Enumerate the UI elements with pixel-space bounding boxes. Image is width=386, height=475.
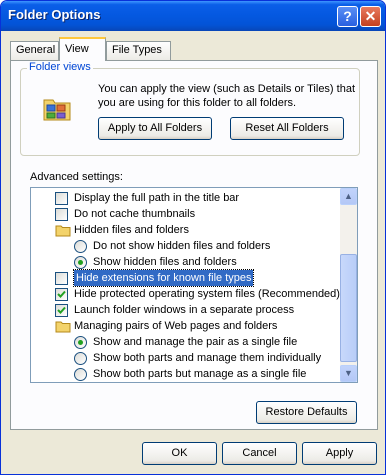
advanced-settings-row[interactable]: Show both parts but manage as a single f… — [31, 366, 341, 382]
folder-views-label: Folder views — [27, 61, 93, 73]
help-button[interactable]: ? — [337, 6, 358, 27]
folder-views-description: You can apply the view (such as Details … — [98, 83, 356, 109]
advanced-settings-row-label: Managing pairs of Web pages and folders — [74, 320, 278, 332]
checkbox-checked-icon[interactable] — [55, 304, 68, 317]
advanced-settings-row[interactable]: Do not cache thumbnails — [31, 206, 341, 222]
advanced-settings-row[interactable]: Do not show hidden files and folders — [31, 238, 341, 254]
advanced-settings-row-label: Show hidden files and folders — [93, 256, 237, 268]
scroll-up-arrow-icon[interactable]: ▲ — [340, 188, 357, 205]
apply-to-all-folders-button[interactable]: Apply to All Folders — [98, 117, 212, 140]
window-title: Folder Options — [8, 7, 101, 22]
advanced-settings-row[interactable]: Hide protected operating system files (R… — [31, 286, 341, 302]
radio-icon[interactable] — [74, 240, 87, 253]
advanced-settings-row-label: Show both parts and manage them individu… — [93, 352, 322, 364]
advanced-settings-scrollbar[interactable]: ▲ ▼ — [340, 188, 357, 382]
scrollbar-thumb[interactable] — [340, 254, 357, 362]
advanced-settings-row-label: Hidden files and folders — [74, 224, 189, 236]
reset-all-folders-button[interactable]: Reset All Folders — [230, 117, 344, 140]
cancel-button[interactable]: Cancel — [222, 442, 297, 465]
advanced-settings-row-label: Do not cache thumbnails — [74, 208, 196, 220]
advanced-settings-row-label: Show both parts but manage as a single f… — [93, 368, 307, 380]
advanced-settings-row[interactable]: Hidden files and folders — [31, 222, 341, 238]
scroll-down-arrow-icon[interactable]: ▼ — [340, 365, 357, 382]
advanced-settings-row-label: Display the full path in the title bar — [74, 192, 240, 204]
advanced-settings-row-label: Do not show hidden files and folders — [93, 240, 271, 252]
close-button[interactable]: ✕ — [360, 6, 381, 27]
radio-selected-icon[interactable] — [74, 336, 87, 349]
radio-selected-icon[interactable] — [74, 256, 87, 269]
advanced-settings-row-label: Hide extensions for known file types — [72, 269, 255, 287]
apply-button[interactable]: Apply — [302, 442, 377, 465]
advanced-settings-row[interactable]: Hide extensions for known file types — [31, 269, 341, 287]
advanced-settings-row-label: Hide protected operating system files (R… — [74, 288, 340, 300]
tab-general[interactable]: General — [10, 41, 59, 60]
tab-file-types[interactable]: File Types — [106, 41, 171, 60]
checkbox-icon[interactable] — [55, 192, 68, 205]
radio-icon[interactable] — [74, 368, 87, 381]
advanced-settings-row[interactable]: Show hidden files and folders — [31, 254, 341, 270]
folder-views-group: Folder views You can apply the view (suc… — [20, 61, 360, 156]
restore-defaults-button[interactable]: Restore Defaults — [256, 401, 357, 424]
advanced-settings-list[interactable]: Display the full path in the title bar Do… — [30, 187, 358, 383]
advanced-settings-row[interactable]: Show both parts and manage them individu… — [31, 350, 341, 366]
advanced-settings-row-label: Launch folder windows in a separate proc… — [74, 304, 295, 316]
advanced-settings-items: Display the full path in the title bar Do… — [31, 190, 341, 382]
checkbox-icon[interactable] — [55, 272, 68, 285]
ok-button[interactable]: OK — [142, 442, 217, 465]
tab-strip: General View File Types — [10, 37, 380, 61]
advanced-settings-row[interactable]: Show and manage the pair as a single fil… — [31, 334, 341, 350]
radio-icon[interactable] — [74, 352, 87, 365]
checkbox-icon[interactable] — [55, 208, 68, 221]
folder-options-window: Folder Options ? ✕ General View File Typ… — [0, 0, 386, 475]
tab-view[interactable]: View — [59, 37, 106, 61]
folder-views-icon — [43, 99, 71, 121]
advanced-settings-row[interactable]: Display the full path in the title bar — [31, 190, 341, 206]
advanced-settings-row-label: Show and manage the pair as a single fil… — [93, 336, 298, 348]
advanced-settings-row[interactable]: Launch folder windows in a separate proc… — [31, 302, 341, 318]
title-bar[interactable]: Folder Options ? ✕ — [1, 1, 385, 31]
folder-icon — [55, 223, 71, 237]
checkbox-checked-icon[interactable] — [55, 288, 68, 301]
advanced-settings-label: Advanced settings: — [30, 171, 123, 183]
advanced-settings-row[interactable]: Managing pairs of Web pages and folders — [31, 318, 341, 334]
folder-icon — [55, 319, 71, 333]
